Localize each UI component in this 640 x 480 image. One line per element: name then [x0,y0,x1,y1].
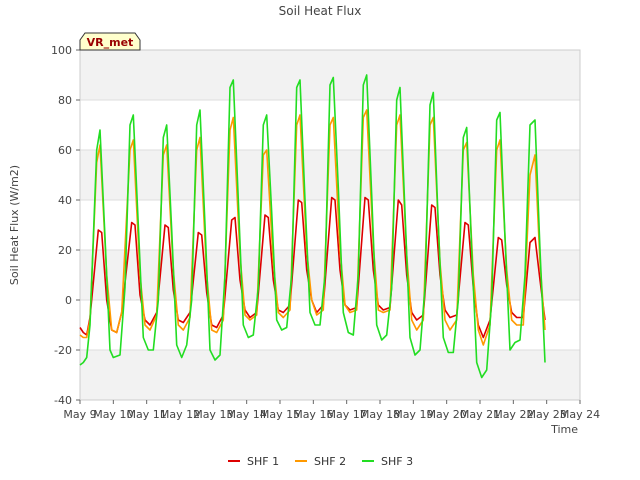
x-tick-label: May 24 [560,408,600,421]
y-tick-label: 100 [51,44,72,57]
series-line-shf-3 [79,74,546,379]
x-axis-ticks: May 9May 10May 11May 12May 13May 14May 1… [63,400,600,421]
y-axis-label: Soil Heat Flux (W/m2) [8,165,21,285]
chart-title: Soil Heat Flux [279,4,362,18]
x-tick-label: May 9 [63,408,96,421]
soil-heat-flux-chart: Soil Heat Flux -40-20020406080100 May 9M… [8,4,600,468]
legend-label: SHF 3 [381,455,413,468]
annotation-vr-met: VR_met [79,32,141,51]
legend-label: SHF 1 [247,455,279,468]
series-lines [79,74,546,379]
series-line-shf-2 [79,109,546,346]
y-tick-label: 0 [65,294,72,307]
y-tick-label: 60 [58,144,72,157]
y-tick-label: -40 [54,394,72,407]
y-tick-label: 20 [58,244,72,257]
annotation-label: VR_met [87,36,134,49]
background-band [80,350,580,400]
y-tick-label: 80 [58,94,72,107]
legend: SHF 1 SHF 2 SHF 3 [228,455,413,468]
background-band [80,150,580,200]
legend-label: SHF 2 [314,455,346,468]
y-tick-label: -20 [54,344,72,357]
y-tick-label: 40 [58,194,72,207]
y-axis-ticks: -40 -20 0 20 40 60 80 100 [51,44,80,407]
x-axis-label: Time [550,423,578,436]
